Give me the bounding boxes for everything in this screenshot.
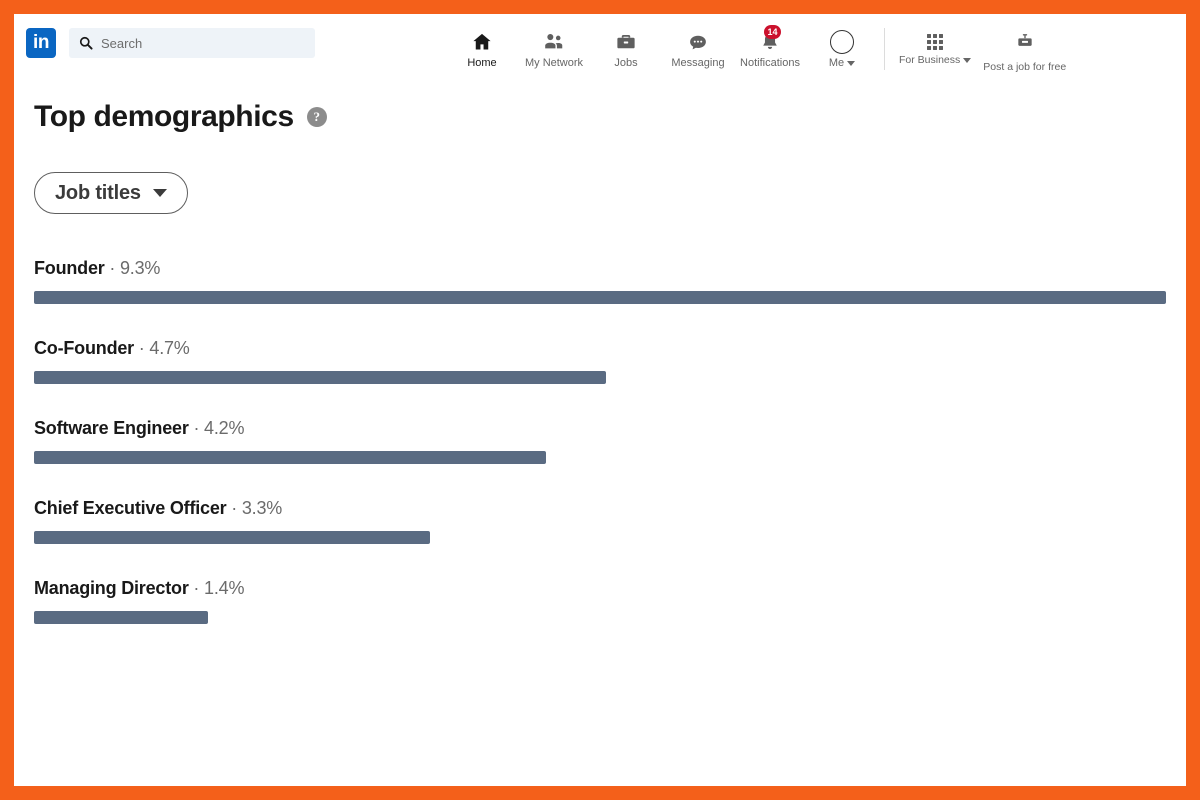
demographic-percentage: · 9.3% <box>104 258 161 278</box>
primary-nav: Home My Network Jobs Messaging 14 Notifi… <box>446 25 1072 74</box>
nav-item-messaging[interactable]: Messaging <box>662 28 734 74</box>
demographic-row: Founder · 9.3% <box>34 258 1166 304</box>
nav-label-home: Home <box>467 57 497 69</box>
linkedin-logo-icon[interactable]: in <box>26 28 56 58</box>
demographic-bar-track <box>34 451 1166 464</box>
demographic-bar <box>34 611 209 624</box>
demographic-row: Chief Executive Officer · 3.3% <box>34 498 1166 544</box>
nav-label-my-network: My Network <box>524 57 584 69</box>
page-title: Top demographics <box>34 100 294 133</box>
nav-item-notifications[interactable]: 14 Notifications <box>734 25 806 74</box>
demographic-bar-track <box>34 371 1166 384</box>
nav-label-me: Me <box>828 57 856 69</box>
bell-icon: 14 <box>759 25 781 54</box>
nav-label-messaging: Messaging <box>671 57 725 69</box>
avatar-icon <box>830 30 854 54</box>
demographic-percentage: · 4.7% <box>133 338 190 358</box>
demographic-name: Managing Director <box>34 578 189 598</box>
demographic-bar-track <box>34 531 1166 544</box>
demographic-label: Co-Founder · 4.7% <box>34 338 1166 359</box>
demographic-label: Chief Executive Officer · 3.3% <box>34 498 1166 519</box>
demographic-label: Founder · 9.3% <box>34 258 1166 279</box>
notifications-badge: 14 <box>764 25 781 39</box>
demographic-bar-track <box>34 611 1166 624</box>
avatar <box>830 30 854 54</box>
chevron-down-icon <box>152 189 167 197</box>
grid-icon <box>927 34 944 50</box>
demographic-name: Chief Executive Officer <box>34 498 227 518</box>
demographic-row: Managing Director · 1.4% <box>34 578 1166 624</box>
demographic-label: Software Engineer · 4.2% <box>34 418 1166 439</box>
demographic-bar <box>34 531 431 544</box>
nav-item-my-network[interactable]: My Network <box>518 28 590 74</box>
main-content: Top demographics ? Job titles Founder · … <box>14 74 1186 624</box>
demographic-label: Managing Director · 1.4% <box>34 578 1166 599</box>
nav-label-post-a-job: Post a job for free <box>983 61 1067 73</box>
page-title-row: Top demographics ? <box>34 100 1166 134</box>
business-nav: For Business Post a job for free <box>893 28 1072 74</box>
for-business-text: For Business <box>899 54 961 66</box>
demographic-percentage: · 3.3% <box>226 498 283 518</box>
chevron-down-icon <box>963 57 972 63</box>
demographic-name: Founder <box>34 258 105 278</box>
nav-item-jobs[interactable]: Jobs <box>590 28 662 74</box>
nav-item-for-business[interactable]: For Business <box>893 28 977 74</box>
nav-item-home[interactable]: Home <box>446 28 518 74</box>
demographic-row: Co-Founder · 4.7% <box>34 338 1166 384</box>
search-input[interactable] <box>101 35 305 51</box>
nav-item-post-a-job[interactable]: Post a job for free <box>977 28 1072 74</box>
filter-label: Job titles <box>55 181 141 204</box>
demographic-percentage: · 4.2% <box>188 418 245 438</box>
demographic-bar-track <box>34 291 1166 304</box>
search-box[interactable] <box>69 28 315 58</box>
nav-label-notifications: Notifications <box>740 57 800 69</box>
global-nav-header: in Home <box>14 14 1186 74</box>
help-icon[interactable]: ? <box>306 107 327 127</box>
demographic-name: Software Engineer <box>34 418 189 438</box>
people-icon <box>543 30 565 54</box>
post-job-icon <box>1015 32 1035 57</box>
demographic-bar <box>34 371 606 384</box>
demographic-name: Co-Founder <box>34 338 134 358</box>
nav-divider <box>884 28 885 70</box>
nav-label-jobs: Jobs <box>614 57 638 69</box>
demographic-percentage: · 1.4% <box>188 578 245 598</box>
demographics-bar-chart: Founder · 9.3% Co-Founder · 4.7% Software … <box>34 258 1166 624</box>
linkedin-app-window: in Home <box>14 14 1186 786</box>
me-text: Me <box>828 57 845 69</box>
job-titles-filter-dropdown[interactable]: Job titles <box>34 172 188 214</box>
demographic-bar <box>34 451 546 464</box>
nav-item-me[interactable]: Me <box>806 28 878 74</box>
nav-label-for-business: For Business <box>899 54 972 66</box>
demographic-row: Software Engineer · 4.2% <box>34 418 1166 464</box>
message-bubble-icon <box>687 30 709 54</box>
briefcase-icon <box>615 30 637 54</box>
search-icon <box>79 36 93 50</box>
demographic-bar <box>34 291 1166 304</box>
chevron-down-icon <box>847 60 856 66</box>
home-icon <box>471 30 493 54</box>
